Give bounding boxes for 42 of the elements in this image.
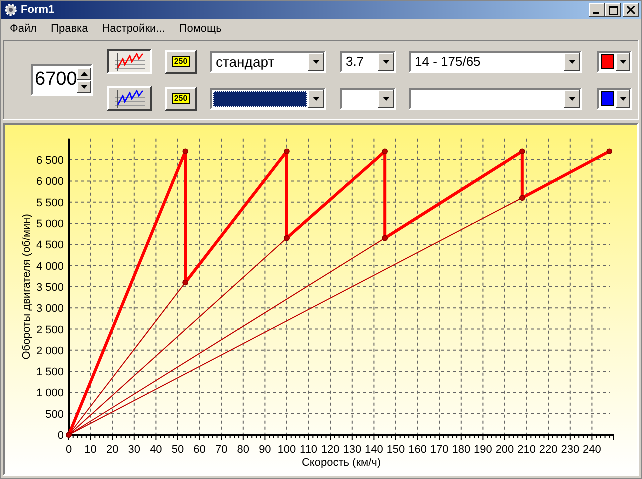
x-tick-label: 210 <box>518 444 536 456</box>
x-tick-label: 30 <box>128 444 141 456</box>
x-tick-label: 20 <box>106 444 119 456</box>
x-tick-label: 10 <box>84 444 97 456</box>
x-tick-label: 230 <box>561 444 580 456</box>
y-tick-label: 2 000 <box>36 345 64 358</box>
y-tick-label: 4 000 <box>36 260 64 273</box>
x-tick-label: 120 <box>321 444 340 456</box>
x-tick-label: 220 <box>539 444 558 456</box>
x-tick-label: 100 <box>278 444 296 456</box>
x-tick-label: 240 <box>583 444 602 456</box>
x-tick-label: 110 <box>300 444 318 456</box>
y-tick-label: 6 000 <box>36 176 64 188</box>
x-tick-label: 90 <box>259 444 272 456</box>
y-tick-label: 1 000 <box>36 388 64 400</box>
x-tick-label: 130 <box>343 444 362 456</box>
x-tick-label: 70 <box>215 444 228 456</box>
y-axis-title: Обороты двигателя (об/мин) <box>21 214 33 360</box>
x-tick-label: 190 <box>474 444 492 456</box>
x-axis-title: Скорость (км/ч) <box>302 457 382 469</box>
x-tick-label: 40 <box>150 444 162 456</box>
y-tick-label: 500 <box>46 408 64 421</box>
window-title: Form1 <box>21 4 55 16</box>
y-tick-label: 3 500 <box>36 282 64 294</box>
y-tick-label: 5 500 <box>36 197 64 210</box>
y-tick-label: 2 500 <box>36 324 64 336</box>
y-tick-label: 1 500 <box>36 366 64 379</box>
x-tick-label: 0 <box>66 444 72 456</box>
x-tick-label: 170 <box>430 444 449 456</box>
x-tick-label: 80 <box>237 444 250 456</box>
y-tick-label: 3 000 <box>36 303 64 316</box>
x-tick-label: 160 <box>408 444 427 456</box>
x-tick-label: 60 <box>194 444 206 456</box>
y-tick-label: 0 <box>58 430 64 442</box>
x-tick-label: 140 <box>365 444 384 456</box>
x-tick-label: 50 <box>172 444 184 456</box>
x-tick-label: 180 <box>452 444 471 456</box>
y-tick-label: 4 500 <box>36 240 64 252</box>
x-tick-label: 150 <box>386 444 406 456</box>
y-tick-label: 6 500 <box>36 155 64 168</box>
x-tick-label: 200 <box>496 444 514 456</box>
y-tick-label: 5 000 <box>36 218 64 230</box>
